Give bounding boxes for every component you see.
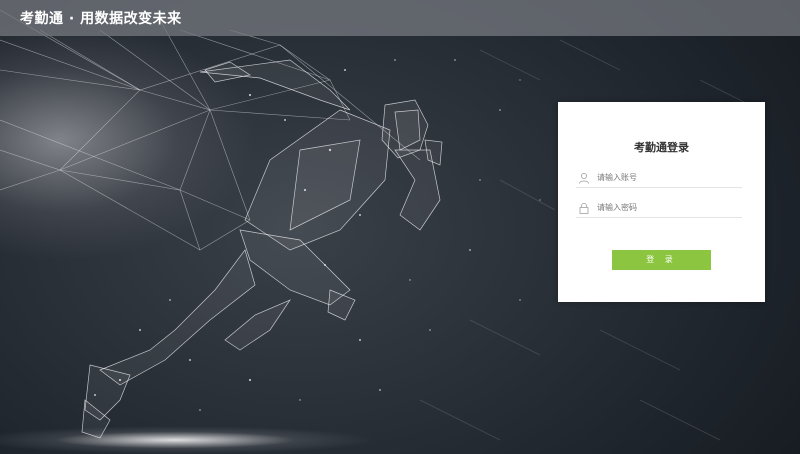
top-bar: 考勤通 · 用数据改变未来 (0, 0, 800, 36)
username-input[interactable] (597, 169, 737, 186)
username-field (576, 168, 742, 188)
password-input[interactable] (597, 199, 737, 216)
password-field (576, 198, 742, 218)
login-button[interactable]: 登 录 (612, 250, 711, 270)
lock-icon (577, 201, 591, 215)
login-card: 考勤通登录 登 录 (558, 102, 765, 302)
login-title: 考勤通登录 (634, 141, 689, 154)
app-title: 考勤通 · 用数据改变未来 (20, 11, 182, 27)
user-icon (577, 171, 591, 185)
